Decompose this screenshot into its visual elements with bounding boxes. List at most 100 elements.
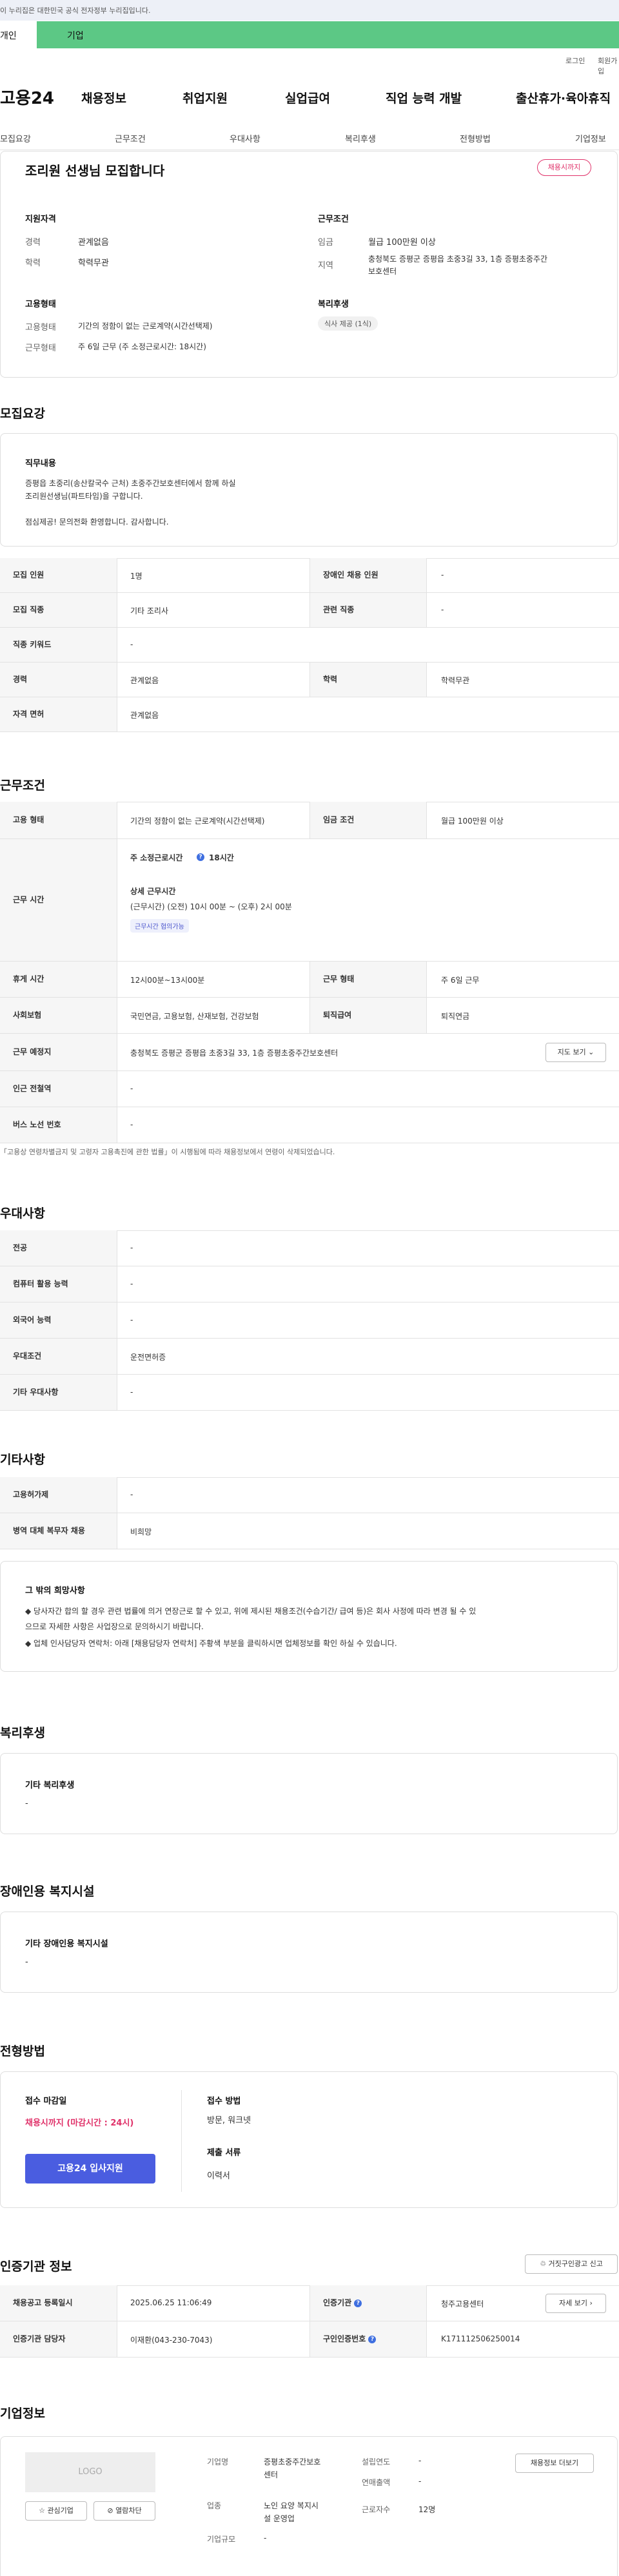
edu-value: 학력무관 xyxy=(78,258,109,268)
subtab-company[interactable]: 기업정보 xyxy=(575,132,606,144)
std-hours-value: 18시간 xyxy=(209,853,234,862)
table-row: 자격 면허 관계없음 xyxy=(0,697,619,732)
gnav-leave[interactable]: 출산휴가·육아휴직 xyxy=(516,89,611,106)
disability-section-title: 장애인용 복지시설 xyxy=(0,1884,95,1899)
emp-type-value: 기간의 정함이 없는 근로계약(시간선택제) xyxy=(78,322,213,331)
row-value: - xyxy=(441,570,444,579)
company-name-key: 기업명 xyxy=(207,2457,229,2466)
row-label: 근무 형태 xyxy=(310,962,427,997)
report-button[interactable]: ♲ 거짓구인광고 신고 xyxy=(525,2254,618,2274)
qual-heading: 지원자격 xyxy=(25,215,56,224)
table-row: 고용허가제 - xyxy=(0,1477,619,1513)
org-detail-label: 자세 보기 xyxy=(559,2299,588,2307)
row-label: 근무 시간 xyxy=(0,839,117,961)
negotiable-chip: 근무시간 협의가능 xyxy=(130,919,189,933)
row-value: 비희망 xyxy=(130,1527,152,1536)
wage-key: 임금 xyxy=(318,238,333,247)
biz-line2: 설 운영업 xyxy=(264,2514,295,2523)
row-value: - xyxy=(130,1120,133,1129)
login-link[interactable]: 로그인 xyxy=(565,55,585,66)
career-key: 경력 xyxy=(25,238,41,247)
help-icon[interactable]: ? xyxy=(368,2335,377,2343)
gnav-benefit[interactable]: 실업급여 xyxy=(285,89,330,106)
org-detail-button[interactable]: 자세 보기 › xyxy=(545,2294,606,2313)
bell-icon: ♲ xyxy=(540,2260,546,2268)
pref-section-title: 우대사항 xyxy=(0,1206,45,1221)
table-row: 고용 형태 기간의 정함이 없는 근로계약(시간선택제) 임금 조건 월급 10… xyxy=(0,802,619,839)
welfare-tag: 식사 제공 (1식) xyxy=(318,316,378,331)
map-button-label: 지도 보기 xyxy=(557,1048,586,1056)
row-value: 월급 100만원 이상 xyxy=(441,817,504,826)
report-button-label: 거짓구인광고 신고 xyxy=(548,2260,603,2268)
company-name-line2: 센터 xyxy=(264,2470,279,2479)
apply-button[interactable]: 고용24 입사지원 xyxy=(25,2154,155,2184)
duty-line-1: 증평읍 초중리(송산칼국수 근처) 초중주간보호센터에서 함께 하실 xyxy=(25,479,236,488)
company-jobs-button[interactable]: 채용정보 더보기 xyxy=(515,2454,594,2473)
work-section-title: 근무조건 xyxy=(0,779,45,793)
hope-line-2: 으므로 자세한 사항은 사업장으로 문의하시기 바랍니다. xyxy=(25,1622,204,1631)
row-label: 휴게 시간 xyxy=(0,962,117,997)
deadline-value: 채용시까지 (마감시간 : 24시) xyxy=(25,2118,134,2128)
year-value: - xyxy=(418,2456,422,2465)
row-value: 관계없음 xyxy=(130,676,159,685)
help-icon[interactable]: ? xyxy=(354,2299,362,2307)
employees-key: 근로자수 xyxy=(362,2505,391,2514)
subtab-preference[interactable]: 우대사항 xyxy=(230,132,260,144)
company-name-line1: 증평초중주간보호 xyxy=(264,2457,321,2466)
row-value: - xyxy=(130,640,133,649)
table-row: 인증기관 담당자 이재환(043-230-7043) 구인인증번호 ? K171… xyxy=(0,2321,619,2358)
company-logo: LOGO xyxy=(25,2452,155,2492)
docs-heading: 제출 서류 xyxy=(207,2148,241,2158)
work-form-value: 주 6일 근무 (주 소정근로시간: 18시간) xyxy=(78,342,206,351)
emp-type-key: 고용형태 xyxy=(25,323,56,333)
employees-value: 12명 xyxy=(418,2505,436,2514)
row-label: 우대조건 xyxy=(0,1339,117,1374)
help-icon[interactable]: ? xyxy=(197,852,204,862)
deadline-badge: 채용시까지 xyxy=(537,159,591,176)
row-value: 학력무관 xyxy=(441,676,470,685)
business-tab[interactable]: 기업 xyxy=(37,21,619,48)
favorite-button[interactable]: ☆ 관심기업 xyxy=(25,2501,87,2521)
site-logo[interactable]: 고용24 xyxy=(0,85,54,109)
subtab-conditions[interactable]: 근무조건 xyxy=(115,132,146,144)
sales-key: 연매출액 xyxy=(362,2478,391,2487)
biz-line1: 노인 요양 복지시 xyxy=(264,2501,319,2510)
subtab-recruit[interactable]: 모집요강 xyxy=(0,132,31,144)
row-value: - xyxy=(130,1388,133,1397)
table-row: 우대조건 운전면허증 xyxy=(0,1339,619,1375)
row-label: 인증기관 ? xyxy=(310,2285,427,2321)
star-icon: ☆ xyxy=(39,2506,45,2515)
row-label: 컴퓨터 활용 능력 xyxy=(0,1266,117,1302)
process-divider xyxy=(181,2090,182,2192)
row-value: 12시00분~13시00분 xyxy=(130,976,205,985)
disability-card: 기타 장애인용 복지시설 - xyxy=(0,1912,618,1993)
gnav-support[interactable]: 취업지원 xyxy=(182,89,228,106)
row-label: 인증기관 담당자 xyxy=(0,2321,117,2357)
company-section-title: 기업정보 xyxy=(0,2407,45,2421)
row-label: 병역 대체 복무자 채용 xyxy=(0,1513,117,1549)
row-label: 임금 조건 xyxy=(310,802,427,838)
chevron-down-icon: ⌄ xyxy=(588,1048,594,1056)
personal-tab[interactable]: 개인 xyxy=(0,29,17,42)
size-key: 기업규모 xyxy=(207,2535,236,2544)
method-value: 방문, 워크넷 xyxy=(207,2116,251,2126)
hope-card: 그 밖의 희망사항 ◆ 당사자간 합의 할 경우 관련 법률에 의거 연장근로 … xyxy=(0,1561,618,1672)
subtab-process[interactable]: 전형방법 xyxy=(460,132,491,144)
duty-heading: 직무내용 xyxy=(25,459,56,469)
row-value: 기타 조리사 xyxy=(130,606,169,615)
year-key: 설립연도 xyxy=(362,2457,391,2466)
block-button[interactable]: ⊘ 열람차단 xyxy=(93,2501,155,2521)
summary-card: 조리원 선생님 모집합니다 채용시까지 지원자격 경력 관계없음 학력 학력무관… xyxy=(0,151,618,378)
row-value: 2025.06.25 11:06:49 xyxy=(130,2298,212,2307)
job-title: 조리원 선생님 모집합니다 xyxy=(25,163,165,179)
gnav-jobs[interactable]: 채용정보 xyxy=(81,89,126,106)
subtab-welfare[interactable]: 복리후생 xyxy=(345,132,376,144)
signup-link[interactable]: 회원가입 xyxy=(598,55,619,76)
row-label: 사회보험 xyxy=(0,998,117,1033)
row-value: 주 6일 근무 xyxy=(441,976,480,985)
business-tab-label: 기업 xyxy=(67,31,84,41)
map-button[interactable]: 지도 보기 ⌄ xyxy=(545,1043,606,1062)
gnav-training[interactable]: 직업 능력 개발 xyxy=(386,89,462,106)
table-row: 병역 대체 복무자 채용 비희망 xyxy=(0,1513,619,1549)
row-value: K171112506250014 xyxy=(441,2334,520,2343)
